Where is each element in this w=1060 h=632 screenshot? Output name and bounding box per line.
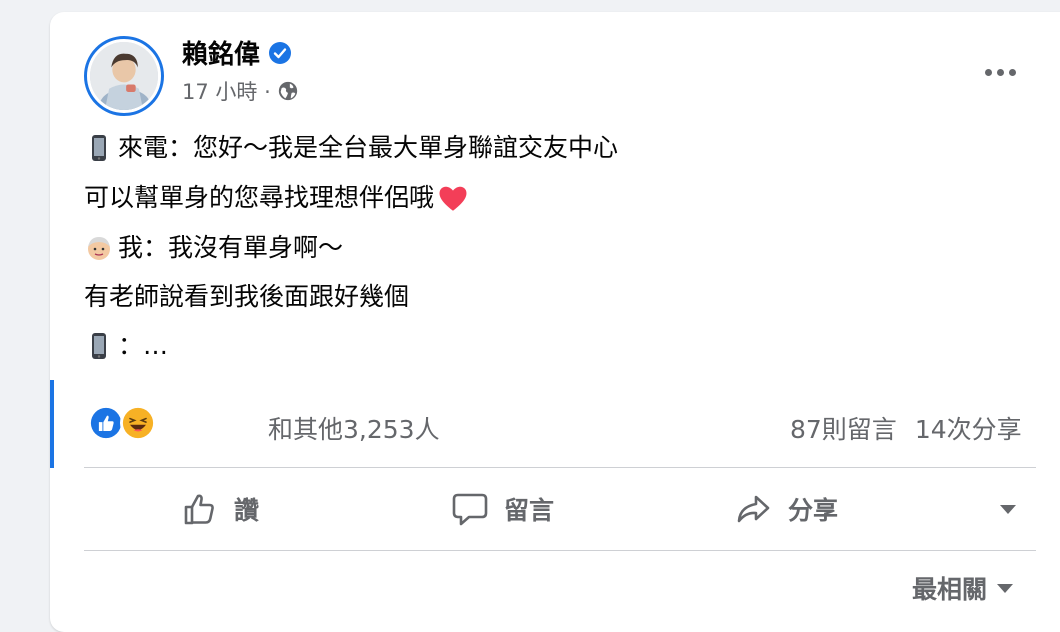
avatar[interactable] — [84, 36, 164, 116]
more-icon[interactable] — [980, 60, 1020, 84]
share-count[interactable]: 14次分享 — [915, 410, 1022, 446]
share-button[interactable]: 分享 — [734, 479, 838, 539]
post-line: 我：我沒有單身啊～ — [84, 232, 618, 264]
chevron-down-icon — [1000, 504, 1016, 514]
action-bar: 讚 留言 分享 — [84, 468, 1036, 550]
like-reaction-icon — [88, 405, 124, 441]
post-text: ：… — [118, 331, 169, 360]
post-line: 可以幫單身的您尋找理想伴侶哦 — [84, 181, 618, 215]
chevron-down-icon — [997, 583, 1014, 593]
post-line: 有老師說看到我後面跟好幾個 — [84, 281, 618, 313]
reaction-icons[interactable] — [88, 405, 156, 441]
comment-count[interactable]: 87則留言 — [790, 410, 897, 446]
divider — [84, 550, 1036, 551]
mobile-phone-icon — [92, 135, 106, 161]
post-text: 可以幫單身的您尋找理想伴侶哦 — [84, 183, 435, 212]
sort-label: 最相關 — [912, 575, 988, 604]
speech-bubble-icon — [452, 493, 488, 526]
post-stats: 87則留言 14次分享 — [790, 410, 1022, 446]
verified-badge-icon — [269, 41, 292, 64]
red-heart-icon — [439, 186, 467, 211]
author-name[interactable]: 賴銘偉 — [182, 34, 260, 71]
post-text: 來電：您好～我是全台最大單身聯誼交友中心 — [118, 133, 619, 162]
post-time[interactable]: 17 小時 · — [182, 76, 271, 106]
post-line: 來電：您好～我是全台最大單身聯誼交友中心 — [84, 132, 618, 164]
focus-indicator — [50, 380, 54, 468]
person-face-icon — [88, 237, 110, 260]
post-body: 來電：您好～我是全台最大單身聯誼交友中心 可以幫單身的您尋找理想伴侶哦 我：我沒… — [84, 132, 618, 379]
reaction-count[interactable]: 和其他3,253人 — [268, 410, 440, 446]
haha-reaction-icon — [120, 405, 156, 441]
like-label: 讚 — [234, 496, 260, 525]
thumbs-up-icon — [184, 494, 214, 525]
share-label: 分享 — [788, 496, 839, 525]
comment-sort-dropdown[interactable]: 最相關 — [912, 570, 1014, 606]
author-name-row: 賴銘偉 — [182, 34, 292, 71]
like-button[interactable]: 讚 — [180, 479, 259, 539]
mobile-phone-icon — [92, 333, 106, 359]
share-dropdown-button[interactable] — [996, 479, 1020, 539]
globe-icon[interactable] — [277, 80, 299, 102]
post-meta: 17 小時 · — [182, 76, 299, 106]
post-text: 有老師說看到我後面跟好幾個 — [84, 282, 410, 311]
comment-button[interactable]: 留言 — [450, 479, 554, 539]
comment-label: 留言 — [504, 496, 555, 525]
post-line: ：… — [84, 330, 618, 362]
post-card: 賴銘偉 17 小時 · 來電：您好～我是全台最大單身聯誼交友中心 可以幫單身的您 — [50, 12, 1060, 632]
post-text: 我：我沒有單身啊～ — [118, 233, 344, 262]
share-arrow-icon — [737, 495, 770, 523]
